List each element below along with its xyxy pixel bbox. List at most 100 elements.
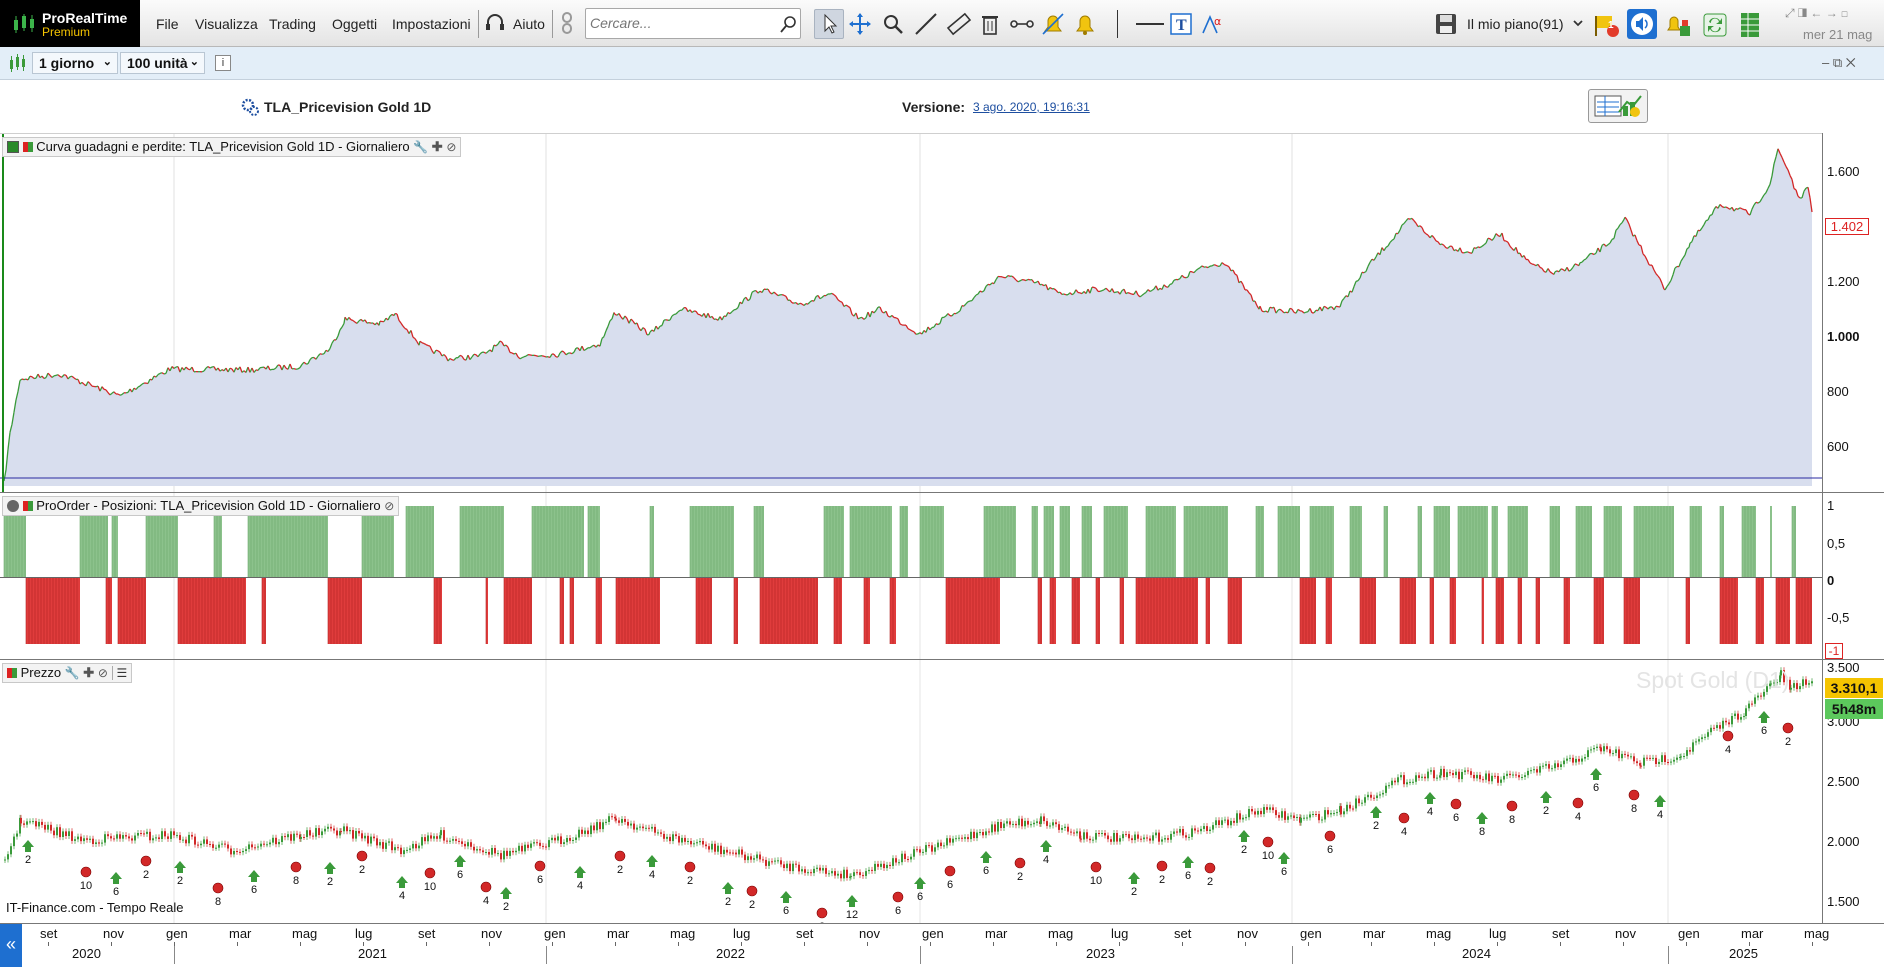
positions-ytick: -0,5 [1823, 610, 1884, 625]
price-chart: 2106228682241064264242226212666624102262… [0, 660, 1822, 924]
search-icon[interactable] [780, 15, 798, 33]
save-icon[interactable] [1434, 12, 1458, 36]
text-tool-icon[interactable]: T [1170, 13, 1192, 35]
menu-file[interactable]: File [156, 16, 179, 32]
x-month-label: nov [481, 926, 502, 941]
equity-ytick: 800 [1823, 384, 1884, 399]
x-month-label: mag [292, 926, 317, 941]
wrench-icon[interactable]: 🔧 [65, 666, 80, 680]
svg-text:2: 2 [725, 896, 731, 908]
fibonacci-icon[interactable]: α [1200, 12, 1226, 36]
version-date-link[interactable]: 3 ago. 2020, 19:16:31 [973, 100, 1090, 114]
report-button[interactable] [1588, 89, 1648, 123]
menu-oggetti[interactable]: Oggetti [332, 16, 377, 32]
add-icon[interactable]: ✚ [432, 139, 443, 154]
menu-visualizza[interactable]: Visualizza [195, 16, 258, 32]
x-month-label: mag [670, 926, 695, 941]
pointer-tool-button[interactable] [814, 9, 844, 39]
svg-text:4: 4 [1427, 806, 1433, 818]
timeframe-select[interactable]: 1 giorno⌄ [32, 52, 118, 74]
pointer-icon [815, 10, 843, 38]
x-month-label: lug [733, 926, 750, 941]
x-month-label: set [418, 926, 435, 941]
chevron-down-icon[interactable] [1572, 17, 1584, 29]
svg-text:6: 6 [917, 891, 923, 903]
workspace-label[interactable]: Il mio piano(91) [1467, 16, 1564, 32]
equity-panel-tag: Curva guadagni e perdite: TLA_Pricevisio… [2, 137, 461, 157]
x-year-label: 2020 [72, 946, 101, 961]
spreadsheet-icon[interactable] [1740, 12, 1760, 38]
price-watermark: Spot Gold (D1) [1636, 667, 1789, 694]
svg-text:4: 4 [483, 895, 489, 907]
svg-text:8: 8 [215, 896, 221, 908]
svg-text:10: 10 [1090, 875, 1102, 887]
svg-text:8: 8 [293, 875, 299, 887]
x-year-label: 2025 [1729, 946, 1758, 961]
app-name: ProRealTime [42, 10, 127, 26]
close-panel-icon[interactable] [7, 500, 19, 512]
menu-aiuto[interactable]: Aiuto [513, 16, 545, 32]
svg-text:4: 4 [1043, 854, 1049, 866]
app-edition: Premium [42, 25, 90, 39]
zoom-icon[interactable] [882, 13, 904, 35]
x-month-label: nov [859, 926, 880, 941]
menu-impostazioni[interactable]: Impostazioni [392, 16, 471, 32]
chart-type-icon[interactable] [8, 54, 28, 74]
add-icon[interactable]: ✚ [83, 665, 94, 680]
color-icon [7, 668, 17, 678]
trash-icon[interactable] [980, 12, 1000, 36]
menu-trading[interactable]: Trading [269, 16, 316, 32]
x-month-label: nov [1615, 926, 1636, 941]
wrench-icon[interactable]: 🔧 [413, 140, 428, 154]
move-icon[interactable] [848, 12, 872, 36]
hide-icon[interactable]: ⊘ [98, 666, 108, 680]
svg-text:2: 2 [687, 875, 693, 887]
info-icon[interactable]: i [215, 55, 231, 71]
svg-text:10: 10 [80, 880, 92, 892]
x-month-label: lug [1111, 926, 1128, 941]
x-month-label: nov [1237, 926, 1258, 941]
ruler-icon[interactable] [946, 12, 972, 36]
window-controls[interactable]: ⤢ ◨ ← → ◻ [1785, 6, 1848, 21]
alert-remove-icon[interactable] [1040, 11, 1066, 37]
x-month-label: mag [1426, 926, 1451, 941]
x-month-label: set [1174, 926, 1191, 941]
svg-text:4: 4 [1657, 809, 1663, 821]
hide-icon[interactable]: ⊘ [446, 140, 456, 154]
svg-text:2: 2 [1785, 736, 1791, 748]
svg-text:2: 2 [1131, 886, 1137, 898]
sync-icon[interactable] [1702, 12, 1728, 38]
svg-text:2: 2 [1017, 871, 1023, 883]
positions-panel-title: ProOrder - Posizioni: TLA_Pricevision Go… [36, 498, 380, 513]
link-icon[interactable] [561, 12, 573, 34]
chevron-down-icon: ⌄ [190, 55, 199, 68]
gears-icon [240, 97, 260, 117]
scroll-left-button[interactable]: « [0, 924, 22, 967]
hide-icon[interactable]: ⊘ [384, 499, 394, 513]
search-input[interactable] [590, 9, 770, 37]
trendline-icon[interactable] [914, 12, 938, 36]
svg-text:10: 10 [1262, 850, 1274, 862]
alerts-list-icon[interactable] [1664, 12, 1692, 38]
svg-text:4: 4 [577, 880, 583, 892]
segment-icon[interactable] [1010, 14, 1034, 34]
horizontal-line-icon[interactable] [1136, 14, 1164, 34]
svg-text:6: 6 [1761, 725, 1767, 737]
x-month-label: nov [103, 926, 124, 941]
date-display: mer 21 mag [1803, 27, 1872, 42]
svg-text:2: 2 [1241, 844, 1247, 856]
x-month-label: set [796, 926, 813, 941]
alert-bell-icon[interactable] [1072, 11, 1098, 37]
sound-button[interactable] [1627, 9, 1657, 39]
notification-flag-icon[interactable] [1594, 12, 1620, 38]
headset-icon[interactable] [484, 12, 506, 34]
close-panel-icon[interactable] [7, 141, 19, 153]
svg-text:2: 2 [749, 899, 755, 911]
price-y-axis: 3.500 3.000 2.500 2.000 1.500 3.310,1 5h… [1822, 659, 1884, 923]
svg-text:8: 8 [1479, 826, 1485, 838]
svg-text:6: 6 [947, 879, 953, 891]
list-icon[interactable]: ☰ [112, 666, 128, 680]
panel-window-controls[interactable]: – ⧉ ✕ [1822, 55, 1856, 71]
price-panel-tag: Prezzo 🔧 ✚ ⊘ ☰ [2, 663, 132, 683]
units-select[interactable]: 100 unità⌄ [120, 52, 205, 74]
